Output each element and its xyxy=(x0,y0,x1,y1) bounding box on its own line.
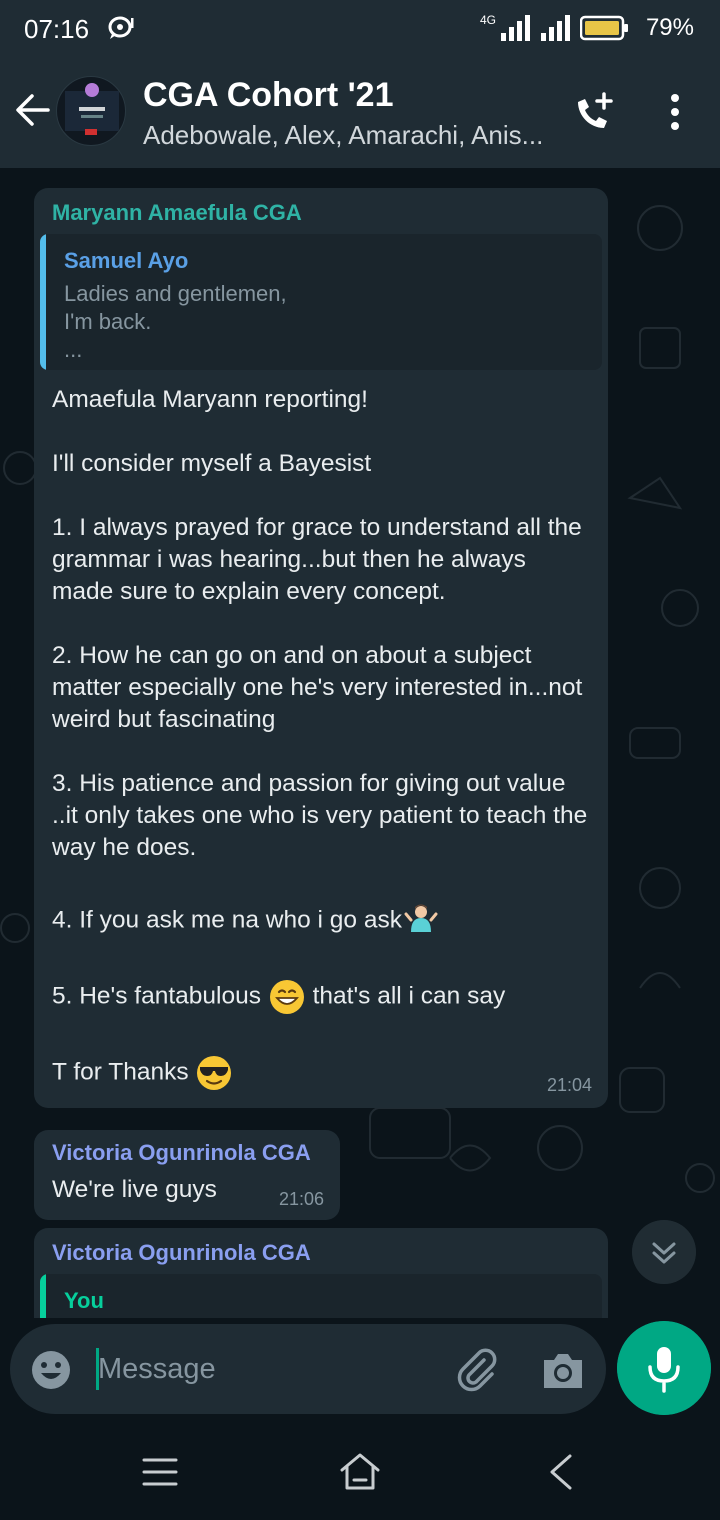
message-body: Amaefula Maryann reporting! I'll conside… xyxy=(52,384,592,1124)
status-indicators: 4G 79% xyxy=(480,12,694,44)
emoji-icon[interactable] xyxy=(30,1349,72,1391)
sender-name[interactable]: Victoria Ogunrinola CGA xyxy=(52,1240,311,1266)
message-bubble[interactable]: Victoria Ogunrinola CGA We're live guys … xyxy=(34,1130,340,1220)
message-line-6: T for Thanks xyxy=(52,1054,592,1092)
composer xyxy=(0,1318,720,1426)
quote-text: Ladies and gentlemen, I'm back. ... xyxy=(64,281,287,362)
message-input[interactable] xyxy=(98,1344,428,1394)
message-line-text: 5. He's fantabulous xyxy=(52,982,261,1010)
quoted-message[interactable]: Samuel Ayo Ladies and gentlemen, I'm bac… xyxy=(40,234,602,370)
status-bar: 07:16 4G 79% xyxy=(0,0,720,56)
message-line: Amaefula Maryann reporting! xyxy=(52,386,368,413)
battery-icon xyxy=(579,15,628,41)
battery-percent: 79% xyxy=(645,14,694,41)
message-bubble[interactable]: Victoria Ogunrinola CGA You xyxy=(34,1228,608,1318)
signal-icon-2 xyxy=(540,15,570,41)
message-line-text: 4. If you ask me na who i go ask xyxy=(52,906,402,934)
grinning-face-emoji-icon xyxy=(269,980,304,1014)
person-shrugging-emoji-icon xyxy=(404,904,438,932)
mic-icon[interactable] xyxy=(617,1321,711,1415)
message-line: 3. His patience and passion for giving o… xyxy=(52,770,588,861)
chat-area[interactable]: Maryann Amaefula CGA Samuel Ayo Ladies a… xyxy=(0,168,720,1318)
nav-back-icon[interactable] xyxy=(544,1452,578,1492)
message-line: 2. How he can go on and on about a subje… xyxy=(52,642,583,733)
network-type: 4G xyxy=(479,13,496,27)
camera-icon[interactable] xyxy=(540,1348,586,1392)
signal-icon xyxy=(500,15,530,41)
message-bubble[interactable]: Maryann Amaefula CGA Samuel Ayo Ladies a… xyxy=(34,188,608,1108)
quote-author: Samuel Ayo xyxy=(64,248,189,273)
status-time: 07:16 xyxy=(24,14,90,44)
chat-participants[interactable]: Adebowale, Alex, Amarachi, Anis... xyxy=(143,120,543,151)
message-text: We're live guys xyxy=(52,1176,217,1203)
paperclip-icon[interactable] xyxy=(454,1346,502,1394)
quote-bar xyxy=(40,1274,46,1318)
sender-name[interactable]: Victoria Ogunrinola CGA xyxy=(52,1140,311,1166)
home-icon[interactable] xyxy=(338,1450,382,1492)
message-time: 21:04 xyxy=(546,1075,592,1095)
message-line: 1. I always prayed for grace to understa… xyxy=(52,514,582,605)
recent-apps-icon[interactable] xyxy=(140,1454,180,1490)
quote-bar xyxy=(40,234,46,370)
message-line-5: 5. He's fantabulous that's all i can say xyxy=(52,978,592,1016)
message-input-container[interactable] xyxy=(10,1324,606,1414)
sender-name[interactable]: Maryann Amaefula CGA xyxy=(52,200,302,226)
more-vert-icon[interactable] xyxy=(660,92,690,132)
message-line-text: that's all i can say xyxy=(312,982,506,1010)
chat-header: CGA Cohort '21 Adebowale, Alex, Amarachi… xyxy=(0,56,720,168)
notification-icon xyxy=(108,16,134,39)
sunglasses-face-emoji-icon xyxy=(197,1056,232,1090)
message-line: I'll consider myself a Bayesist xyxy=(52,450,372,477)
quoted-message[interactable]: You xyxy=(40,1274,602,1318)
message-time: 21:06 xyxy=(278,1189,324,1209)
message-line-4: 4. If you ask me na who i go ask xyxy=(52,902,592,940)
quote-author: You xyxy=(64,1288,104,1313)
add-call-icon[interactable] xyxy=(568,90,616,138)
group-avatar[interactable] xyxy=(56,76,126,146)
system-nav-bar xyxy=(0,1426,720,1520)
chat-title[interactable]: CGA Cohort '21 xyxy=(143,76,394,115)
double-chevron-down-icon[interactable] xyxy=(632,1220,696,1284)
message-line-text: T for Thanks xyxy=(52,1058,189,1086)
arrow-left-icon[interactable] xyxy=(12,90,52,130)
